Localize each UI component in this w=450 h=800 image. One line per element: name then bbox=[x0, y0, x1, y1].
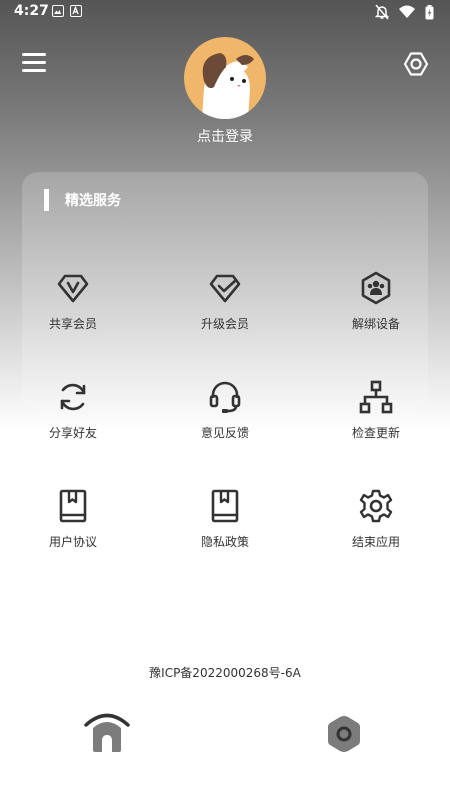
grid-label: 分享好友 bbox=[48, 426, 97, 440]
nav-settings-button[interactable] bbox=[322, 712, 366, 756]
grid-item-upgrade-member[interactable]: 升级会员 bbox=[165, 271, 285, 351]
login-link[interactable]: 点击登录 bbox=[0, 126, 450, 146]
avatar[interactable] bbox=[184, 37, 266, 119]
hexagon-settings-icon bbox=[403, 52, 429, 76]
grid-label: 意见反馈 bbox=[200, 426, 249, 440]
section-title: 精选服务 bbox=[65, 193, 121, 209]
section-accent-bar bbox=[44, 189, 49, 211]
hexagon-users-icon bbox=[361, 271, 391, 305]
status-right-icons bbox=[375, 4, 434, 20]
icp-license: 豫ICP备2022000268号-6A bbox=[149, 666, 301, 680]
text-a-icon bbox=[70, 5, 82, 17]
grid-item-share-member[interactable]: 共享会员 bbox=[13, 271, 133, 351]
diamond-v-icon bbox=[57, 274, 89, 303]
settings-button[interactable] bbox=[402, 50, 430, 78]
grid-item-check-update[interactable]: 检查更新 bbox=[316, 380, 436, 460]
battery-icon bbox=[425, 4, 434, 19]
mute-icon bbox=[375, 4, 389, 20]
refresh-icon bbox=[60, 383, 86, 411]
headset-icon bbox=[209, 381, 241, 413]
grid-item-share-friends[interactable]: 分享好友 bbox=[13, 380, 133, 460]
grid-label: 结束应用 bbox=[351, 535, 400, 549]
grid-label: 用户协议 bbox=[48, 535, 97, 549]
status-bar: 4:27 bbox=[0, 0, 450, 24]
grid-item-privacy-policy[interactable]: 隐私政策 bbox=[165, 489, 285, 569]
grid-label: 隐私政策 bbox=[200, 535, 249, 549]
status-time: 4:27 bbox=[14, 3, 49, 19]
section-header: 精选服务 bbox=[44, 188, 121, 212]
grid-item-user-agreement[interactable]: 用户协议 bbox=[13, 489, 133, 569]
grid-label: 解绑设备 bbox=[351, 317, 400, 331]
wifi-icon bbox=[399, 5, 415, 18]
dog-avatar-icon bbox=[202, 53, 254, 119]
grid-item-unbind-device[interactable]: 解绑设备 bbox=[316, 271, 436, 351]
grid-label: 检查更新 bbox=[351, 426, 400, 440]
grid-item-exit-app[interactable]: 结束应用 bbox=[316, 489, 436, 569]
image-icon bbox=[52, 5, 64, 17]
grid-label: 升级会员 bbox=[200, 317, 249, 331]
menu-button[interactable] bbox=[20, 50, 48, 78]
hexagon-settings-icon bbox=[328, 716, 360, 752]
grid-label: 共享会员 bbox=[48, 317, 97, 331]
nav-home-button[interactable] bbox=[82, 708, 132, 756]
status-left-icons bbox=[52, 5, 82, 17]
book-icon bbox=[211, 489, 239, 523]
diamond-check-icon bbox=[209, 274, 241, 303]
gear-icon bbox=[359, 489, 393, 523]
grid-item-feedback[interactable]: 意见反馈 bbox=[165, 380, 285, 460]
network-icon bbox=[359, 380, 393, 414]
book-icon bbox=[59, 489, 87, 523]
home-icon bbox=[84, 713, 130, 752]
